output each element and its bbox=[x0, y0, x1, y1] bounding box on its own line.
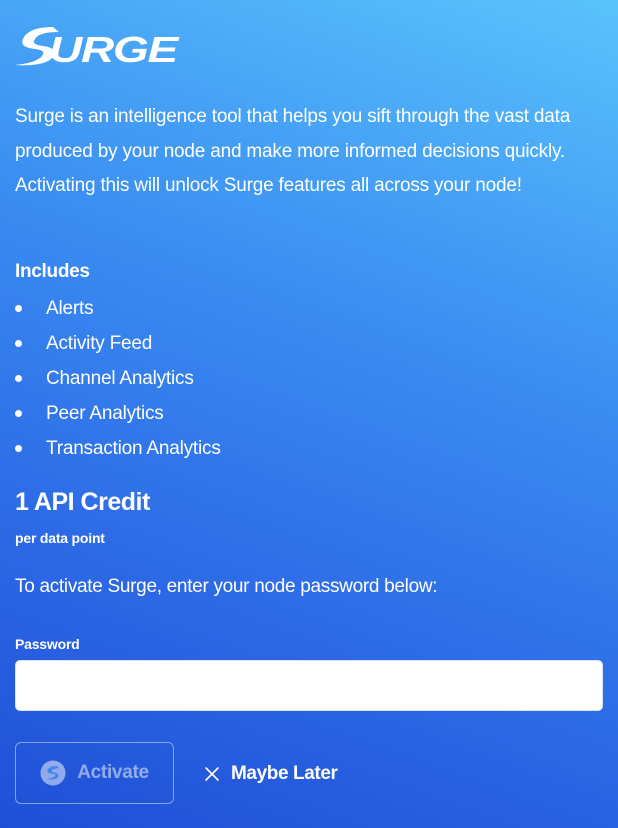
includes-heading: Includes bbox=[15, 261, 90, 282]
surge-logo: URGE bbox=[15, 24, 181, 70]
bullet-icon bbox=[15, 410, 22, 417]
surge-bolt-icon bbox=[40, 760, 66, 786]
bullet-icon bbox=[15, 445, 22, 452]
password-input[interactable] bbox=[15, 660, 603, 711]
close-icon bbox=[205, 767, 219, 781]
feature-item-transaction-analytics: Transaction Analytics bbox=[15, 431, 221, 466]
feature-label: Activity Feed bbox=[46, 333, 153, 354]
price-unit: per data point bbox=[15, 530, 105, 546]
bullet-icon bbox=[15, 375, 22, 382]
surge-activation-panel: URGE Surge is an intelligence tool that … bbox=[15, 0, 603, 828]
bullet-icon bbox=[15, 305, 22, 312]
activation-instruction: To activate Surge, enter your node passw… bbox=[15, 576, 438, 597]
feature-item-channel-analytics: Channel Analytics bbox=[15, 361, 221, 396]
surge-logo-icon: URGE bbox=[15, 27, 181, 70]
feature-item-activity-feed: Activity Feed bbox=[15, 326, 221, 361]
bullet-icon bbox=[15, 340, 22, 347]
logo-wordmark: URGE bbox=[49, 29, 180, 68]
feature-label: Transaction Analytics bbox=[46, 438, 221, 459]
maybe-later-label: Maybe Later bbox=[231, 763, 338, 784]
password-label: Password bbox=[15, 636, 80, 652]
feature-label: Peer Analytics bbox=[46, 403, 164, 424]
maybe-later-button[interactable]: Maybe Later bbox=[205, 756, 338, 792]
activate-button[interactable]: Activate bbox=[15, 742, 174, 804]
surge-description: Surge is an intelligence tool that helps… bbox=[15, 106, 571, 196]
activate-label: Activate bbox=[77, 762, 149, 783]
feature-item-alerts: Alerts bbox=[15, 291, 221, 326]
feature-item-peer-analytics: Peer Analytics bbox=[15, 396, 221, 431]
features-list: Alerts Activity Feed Channel Analytics P… bbox=[15, 291, 221, 466]
price-amount: 1 API Credit bbox=[15, 488, 150, 516]
feature-label: Channel Analytics bbox=[46, 368, 194, 389]
feature-label: Alerts bbox=[46, 298, 94, 319]
